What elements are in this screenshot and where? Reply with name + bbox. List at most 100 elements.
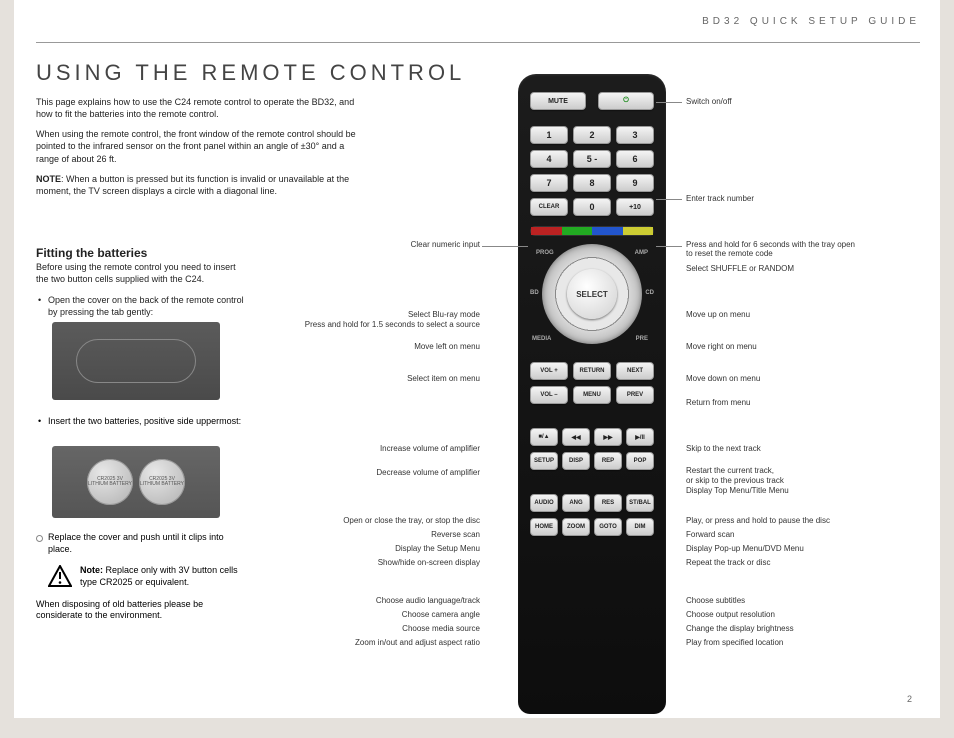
res-button: RES bbox=[594, 494, 622, 512]
num-3: 3 bbox=[616, 126, 654, 144]
cd-label: CD bbox=[645, 290, 654, 296]
next-button: NEXT bbox=[616, 362, 654, 380]
lbl-skip-next: Skip to the next track bbox=[686, 444, 761, 453]
select-button: SELECT bbox=[567, 269, 617, 319]
leader bbox=[656, 246, 682, 247]
fitting-notes: Replace the cover and push until it clip… bbox=[36, 532, 246, 622]
intro-text: This page explains how to use the C24 re… bbox=[36, 96, 366, 205]
lbl-output-res: Choose output resolution bbox=[686, 610, 775, 619]
lbl-open-tray: Open or close the tray, or stop the disc bbox=[343, 516, 480, 525]
play-button: ▶/II bbox=[626, 428, 654, 446]
media-label: MEDIA bbox=[532, 336, 551, 342]
num-4: 4 bbox=[530, 150, 568, 168]
lbl-return: Return from menu bbox=[686, 398, 750, 407]
fitting-b1: Open the cover on the back of the remote… bbox=[36, 295, 246, 318]
leader bbox=[482, 246, 528, 247]
lbl-shuffle: Select SHUFFLE or RANDOM bbox=[686, 264, 794, 273]
plus10-button: +10 bbox=[616, 198, 654, 216]
leader bbox=[656, 199, 682, 200]
lbl-clear-num: Clear numeric input bbox=[411, 240, 480, 249]
return-button: RETURN bbox=[573, 362, 611, 380]
remote-control: MUTE ⏻ 123 4 5 - 6 789 CLEAR 0 +10 SELECT PR… bbox=[518, 74, 666, 714]
lbl-sel-blu1: Select Blu-ray mode bbox=[408, 310, 480, 319]
stop-button: ■/▲ bbox=[530, 428, 558, 446]
lbl-show-hide: Show/hide on-screen display bbox=[378, 558, 480, 567]
zoom-button: ZOOM bbox=[562, 518, 590, 536]
mute-button: MUTE bbox=[530, 92, 586, 110]
lbl-move-left: Move left on menu bbox=[414, 342, 480, 351]
num-1: 1 bbox=[530, 126, 568, 144]
fitting-b3: Replace the cover and push until it clip… bbox=[36, 532, 246, 555]
dim-button: DIM bbox=[626, 518, 654, 536]
rev-button: ◀◀ bbox=[562, 428, 590, 446]
fitting-heading: Fitting the batteries bbox=[36, 246, 147, 260]
intro-p1: This page explains how to use the C24 re… bbox=[36, 96, 366, 120]
num-8: 8 bbox=[573, 174, 611, 192]
lbl-choose-audio: Choose audio language/track bbox=[376, 596, 480, 605]
lbl-sel-item: Select item on menu bbox=[407, 374, 480, 383]
fitting-b2-wrap: Insert the two batteries, positive side … bbox=[36, 416, 246, 428]
num-5: 5 - bbox=[573, 150, 611, 168]
page-title: USING THE REMOTE CONTROL bbox=[36, 60, 465, 86]
lbl-brightness: Change the display brightness bbox=[686, 624, 794, 633]
lbl-move-right: Move right on menu bbox=[686, 342, 757, 351]
lbl-move-up: Move up on menu bbox=[686, 310, 750, 319]
num-6: 6 bbox=[616, 150, 654, 168]
volm-button: VOL – bbox=[530, 386, 568, 404]
volp-button: VOL + bbox=[530, 362, 568, 380]
intro-p3: NOTE: When a button is pressed but its f… bbox=[36, 173, 366, 197]
lbl-press-hold: Press and hold for 6 seconds with the tr… bbox=[686, 240, 856, 258]
lbl-sel-blu2: Press and hold for 1.5 seconds to select… bbox=[305, 320, 480, 329]
amp-label: AMP bbox=[635, 250, 648, 256]
divider bbox=[36, 42, 920, 43]
home-button: HOME bbox=[530, 518, 558, 536]
warning-icon bbox=[48, 565, 72, 587]
goto-button: GOTO bbox=[594, 518, 622, 536]
intro-p2: When using the remote control, the front… bbox=[36, 128, 366, 164]
lbl-restart2: or skip to the previous track bbox=[686, 476, 784, 485]
fwd-button: ▶▶ bbox=[594, 428, 622, 446]
bd-label: BD bbox=[530, 290, 539, 296]
clear-button: CLEAR bbox=[530, 198, 568, 216]
lbl-popup: Display Pop-up Menu/DVD Menu bbox=[686, 544, 804, 553]
lbl-inc-vol: Increase volume of amplifier bbox=[380, 444, 480, 453]
ang-button: ANG bbox=[562, 494, 590, 512]
power-button: ⏻ bbox=[598, 92, 654, 110]
battery-cells-image: CR2025 3V LITHIUM BATTERY CR2025 3V LITH… bbox=[52, 446, 220, 518]
lbl-play-pause: Play, or press and hold to pause the dis… bbox=[686, 516, 830, 525]
lbl-repeat: Repeat the track or disc bbox=[686, 558, 770, 567]
pop-button: POP bbox=[626, 452, 654, 470]
lbl-restart1: Restart the current track, bbox=[686, 466, 774, 475]
fitting-lead: Before using the remote control you need… bbox=[36, 262, 246, 325]
battery-cover-image bbox=[52, 322, 220, 400]
num-9: 9 bbox=[616, 174, 654, 192]
lbl-dec-vol: Decrease volume of amplifier bbox=[376, 468, 480, 477]
lbl-zoom: Zoom in/out and adjust aspect ratio bbox=[355, 638, 480, 647]
lbl-move-down: Move down on menu bbox=[686, 374, 760, 383]
lbl-rev-scan: Reverse scan bbox=[431, 530, 480, 539]
header-breadcrumb: BD32 QUICK SETUP GUIDE bbox=[702, 16, 920, 27]
fitting-b2: Insert the two batteries, positive side … bbox=[36, 416, 246, 428]
pre-label: PRE bbox=[636, 336, 648, 342]
lbl-choose-media: Choose media source bbox=[402, 624, 480, 633]
menu-button: MENU bbox=[573, 386, 611, 404]
cell-2: CR2025 3V LITHIUM BATTERY bbox=[139, 459, 185, 505]
nav-pad: SELECT PROG AMP BD CD MEDIA PRE bbox=[530, 244, 654, 344]
color-bar bbox=[530, 226, 654, 236]
num-7: 7 bbox=[530, 174, 568, 192]
cell-1: CR2025 3V LITHIUM BATTERY bbox=[87, 459, 133, 505]
num-2: 2 bbox=[573, 126, 611, 144]
audio-button: AUDIO bbox=[530, 494, 558, 512]
lbl-disp-top: Display Top Menu/Title Menu bbox=[686, 486, 789, 495]
dispose-note: When disposing of old batteries please b… bbox=[36, 599, 246, 622]
lbl-enter-track: Enter track number bbox=[686, 194, 754, 203]
stbal-button: ST/BAL bbox=[626, 494, 654, 512]
lbl-switch: Switch on/off bbox=[686, 97, 732, 106]
num-0: 0 bbox=[573, 198, 611, 216]
lbl-subtitles: Choose subtitles bbox=[686, 596, 745, 605]
disp-button: DISP bbox=[562, 452, 590, 470]
rep-button: REP bbox=[594, 452, 622, 470]
lbl-fwd-scan: Forward scan bbox=[686, 530, 734, 539]
lbl-play-from: Play from specified location bbox=[686, 638, 783, 647]
lbl-choose-angle: Choose camera angle bbox=[402, 610, 480, 619]
